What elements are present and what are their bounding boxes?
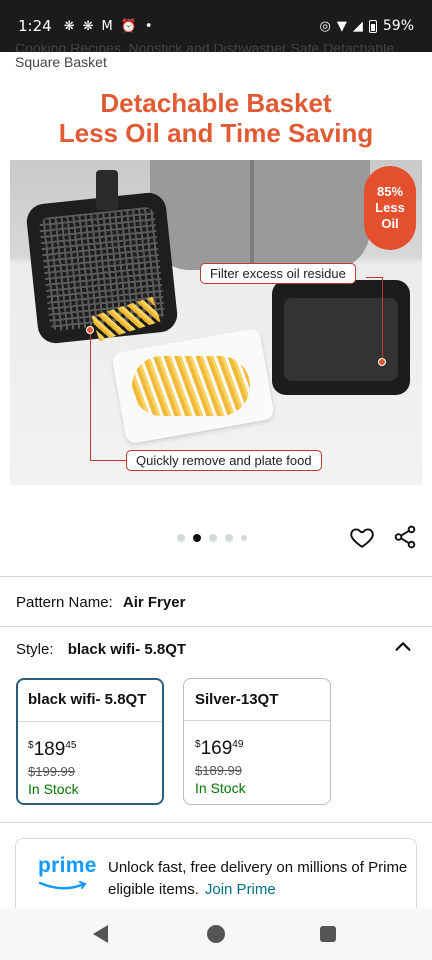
fryer-pot [272,280,410,395]
callout-filter-oil: Filter excess oil residue [200,263,356,284]
back-icon[interactable] [93,925,108,943]
home-icon[interactable] [207,925,225,943]
callout-line [382,277,383,361]
fries-on-plate [132,356,250,416]
callout-line [90,460,126,461]
price-fraction: 49 [232,739,244,750]
battery-icon [368,19,377,33]
basket-handle [96,170,118,210]
option-title: Silver-13QT [184,679,330,721]
less-oil-badge: 85% Less Oil [364,166,416,250]
style-option[interactable]: Silver-13QT $16949 $189.99 In Stock [183,678,331,805]
status-right: ◎ ▼ ◢ 59% [320,18,414,34]
pattern-label: Pattern Name: [16,594,113,611]
heart-outline-icon[interactable] [349,524,375,550]
carousel-dot[interactable] [225,534,233,542]
carousel-dots [177,534,247,542]
option-availability: In Stock [195,780,246,796]
leaf-notification-icon: ❋ [82,18,94,34]
hero-headline-line2: Less Oil and Time Saving [58,118,374,148]
style-value: black wifi- 5.8QT [67,641,187,658]
product-title-line1: Cooking Recipes, Nonstick and Dishwasher… [15,44,394,52]
divider [0,576,432,577]
wifi-icon: ▼ [336,18,347,34]
option-availability: In Stock [28,781,79,797]
callout-dot [86,326,94,334]
option-price: $18945 [18,722,162,760]
badge-line2: Less [375,200,405,215]
callout-line [366,277,382,278]
person-hoodie [150,160,370,270]
alarm-icon: ⏰ [120,18,137,34]
prime-smile-icon [38,881,87,890]
carousel-dot[interactable] [241,535,247,541]
prime-message: Unlock fast, free delivery on millions o… [108,857,408,901]
hotspot-icon: ◎ [319,18,331,34]
signal-icon: ◢ [352,18,363,34]
carousel-dot[interactable] [209,534,217,542]
price-whole: 169 [200,738,233,759]
option-price: $16949 [184,721,330,759]
callout-remove-plate: Quickly remove and plate food [126,450,322,471]
badge-line3: Oil [381,216,399,231]
status-left: 1:24 ❋ ❋ M ⏰ • [18,17,153,35]
system-nav-bar [0,908,432,960]
recents-icon[interactable] [320,926,336,942]
option-list-price: $189.99 [195,763,242,778]
style-label: Style: [16,641,54,658]
battery-percent: 59% [382,18,414,34]
callout-dot [378,358,386,366]
hero-headline[interactable]: Detachable Basket Less Oil and Time Savi… [0,88,432,148]
status-time: 1:24 [18,17,52,35]
dot-icon: • [144,18,153,34]
carousel-dot[interactable] [177,534,185,542]
join-prime-link[interactable]: Join Prime [205,881,276,898]
price-fraction: 45 [65,740,77,751]
leaf-notification-icon: ❋ [63,18,75,34]
style-row[interactable]: Style: black wifi- 5.8QT [16,641,186,658]
product-title: Cooking Recipes, Nonstick and Dishwasher… [15,44,415,82]
gmail-icon: M [101,18,113,34]
share-icon[interactable] [392,524,418,550]
style-option-selected[interactable]: black wifi- 5.8QT $18945 $199.99 In Stoc… [16,678,164,805]
pattern-row: Pattern Name: Air Fryer [16,594,185,611]
divider [0,626,432,627]
option-list-price: $199.99 [28,764,75,779]
hero-headline-line1: Detachable Basket [100,88,332,118]
price-whole: 189 [33,739,66,760]
chevron-up-icon[interactable] [392,636,414,658]
prime-logo: prime [38,854,97,877]
callout-line [90,332,91,460]
divider [0,822,432,823]
badge-line1: 85% [376,184,404,199]
option-title: black wifi- 5.8QT [18,680,162,722]
carousel-dot-active[interactable] [193,534,201,542]
product-image[interactable]: 85% Less Oil Filter excess oil residue Q… [10,160,422,485]
product-title-line2: Square Basket [15,54,107,70]
pattern-value: Air Fryer [122,594,186,611]
